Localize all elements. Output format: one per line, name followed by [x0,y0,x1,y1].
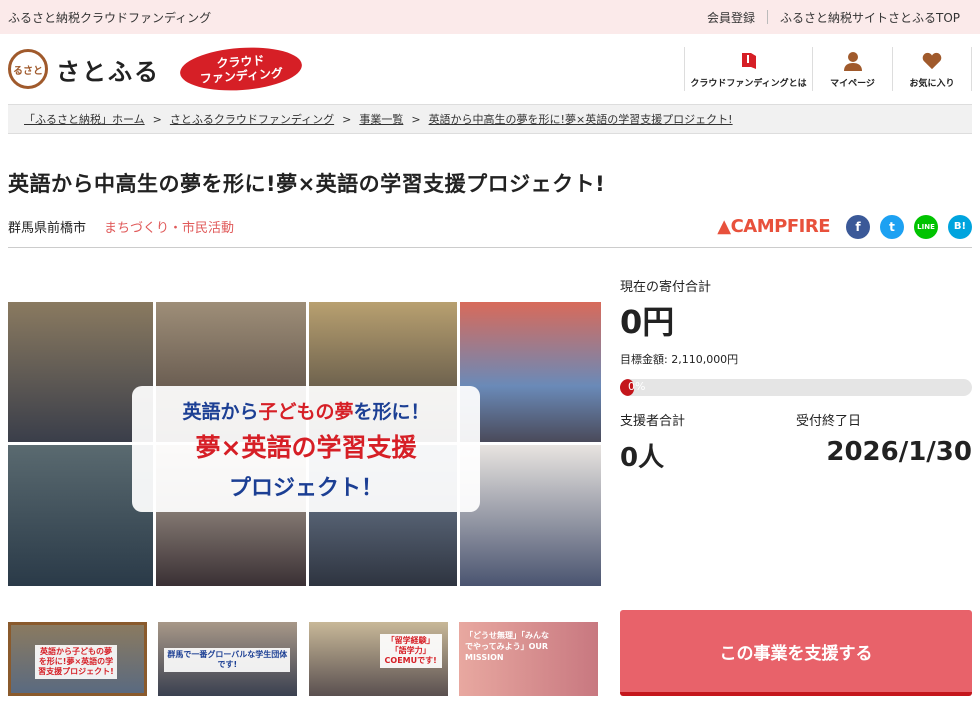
breadcrumb-separator: > [152,112,162,126]
satofull-top-link[interactable]: ふるさと納税サイトさとふるTOP [768,9,972,26]
breadcrumb: 「ふるさと納税」ホーム > さとふるクラウドファンディング > 事業一覧 > 英… [8,104,972,134]
support-button[interactable]: この事業を支援する [620,610,972,696]
nav-mypage-label: マイページ [830,79,875,89]
thumbnail-text: 群馬で一番グローバルな学生団体です! [164,648,291,672]
register-link[interactable]: 会員登録 [695,9,767,26]
line-icon[interactable]: LINE [914,214,938,239]
deadline-label: 受付終了日 [796,414,862,429]
thumbnail-text: 「留学経験」「語学力」COEMUです! [379,634,442,668]
progress-percent: 0% [628,380,646,393]
main-image[interactable]: 英語から子どもの夢を形に！ 夢×英語の学習支援 プロジェクト！ [8,302,601,588]
user-icon [843,51,863,71]
stats-row: 支援者合計 0人 受付終了日 2026/1/30 [620,410,972,474]
supporters-block: 支援者合計 0人 [620,410,796,474]
hatena-icon[interactable]: B! [948,214,972,239]
thumbnail-4[interactable]: 「どうせ無理」「みんなでやってみよう」OUR MISSION [458,622,598,696]
main-content: 英語から子どもの夢を形に！ 夢×英語の学習支援 プロジェクト！ 英語から子どもの… [8,248,972,696]
image-gallery: 英語から子どもの夢を形に！ 夢×英語の学習支援 プロジェクト！ 英語から子どもの… [8,302,601,696]
hero-line1a: 英語から [182,400,259,423]
thumbnail-text: 英語から子どもの夢を形に!夢×英語の学習支援プロジェクト! [35,645,117,679]
thumbnail-2[interactable]: 群馬で一番グローバルな学生団体です! [158,622,298,696]
logo-text: さとふる [56,57,160,86]
crowdfunding-badge[interactable]: クラウド ファンディング [178,43,304,95]
partner-name: CAMPFIRE [730,216,831,237]
nav-about-label: クラウドファンディングとは [690,79,807,89]
supporters-label: 支援者合計 [620,414,686,429]
funding-panel: 現在の寄付合計 0円 目標金額: 2,110,000円 0% 支援者合計 0人 … [620,276,972,696]
project-meta: 群馬県前橋市 まちづくり・市民活動 ▲CAMPFIRE f t LINE B! [8,214,972,248]
thumbnail-list: 英語から子どもの夢を形に!夢×英語の学習支援プロジェクト! 群馬で一番グローバル… [8,622,598,696]
heart-icon [922,51,942,71]
thumbnail-text: 「どうせ無理」「みんなでやってみよう」OUR MISSION [464,631,549,662]
badge-line2: ファンディング [199,66,284,86]
site-logo[interactable]: るさと さとふる クラウド ファンディング [8,43,304,95]
twitter-icon[interactable]: t [880,214,904,239]
top-links: 会員登録 ふるさと納税サイトさとふるTOP [695,9,972,26]
total-label: 現在の寄付合計 [620,280,712,295]
hero-line2: 夢×英語の学習支援 [195,432,417,462]
breadcrumb-home[interactable]: 「ふるさと納税」ホーム [24,111,145,127]
breadcrumb-separator: > [342,112,352,126]
nav-mypage[interactable]: マイページ [812,47,892,91]
breadcrumb-current[interactable]: 英語から中高生の夢を形に!夢×英語の学習支援プロジェクト! [429,111,733,127]
header-nav: クラウドファンディングとは マイページ お気に入り [684,47,972,91]
top-bar: ふるさと納税クラウドファンディング 会員登録 ふるさと納税サイトさとふるTOP [0,0,980,34]
breadcrumb-projects[interactable]: 事業一覧 [359,111,403,127]
thumbnail-1[interactable]: 英語から子どもの夢を形に!夢×英語の学習支援プロジェクト! [8,622,147,696]
hero-line3: プロジェクト！ [228,475,383,501]
photo-group [460,445,601,586]
header: るさと さとふる クラウド ファンディング クラウドファンディングとは マイペー… [0,34,980,104]
site-label: ふるさと納税クラウドファンディング [8,10,212,25]
nav-favorites[interactable]: お気に入り [892,47,972,91]
nav-favorites-label: お気に入り [909,79,955,89]
deadline-block: 受付終了日 2026/1/30 [796,410,972,474]
breadcrumb-separator: > [411,112,421,126]
goal-amount: 目標金額: 2,110,000円 [620,353,739,366]
book-icon [739,51,759,71]
project-category[interactable]: まちづくり・市民活動 [104,217,234,236]
hero-line1c: を形に！ [353,400,430,423]
hero-line1b: 子どもの夢 [258,400,354,423]
logo-mark: るさと [8,49,48,89]
supporters-value: 0人 [620,443,665,473]
breadcrumb-crowdfunding[interactable]: さとふるクラウドファンディング [170,111,334,127]
thumbnail-3[interactable]: 「留学経験」「語学力」COEMUです! [308,622,448,696]
project-location: 群馬県前橋市 [8,221,87,236]
hero-caption: 英語から子どもの夢を形に！ 夢×英語の学習支援 プロジェクト！ [132,386,480,512]
campfire-logo: ▲CAMPFIRE [717,216,830,237]
facebook-icon[interactable]: f [846,214,870,239]
total-value: 0円 [620,303,675,341]
page-title: 英語から中高生の夢を形に!夢×英語の学習支援プロジェクト! [8,172,606,196]
progress-bar: 0% [620,379,972,396]
deadline-value: 2026/1/30 [826,437,972,467]
photo-group [460,302,601,442]
nav-about[interactable]: クラウドファンディングとは [684,47,812,91]
